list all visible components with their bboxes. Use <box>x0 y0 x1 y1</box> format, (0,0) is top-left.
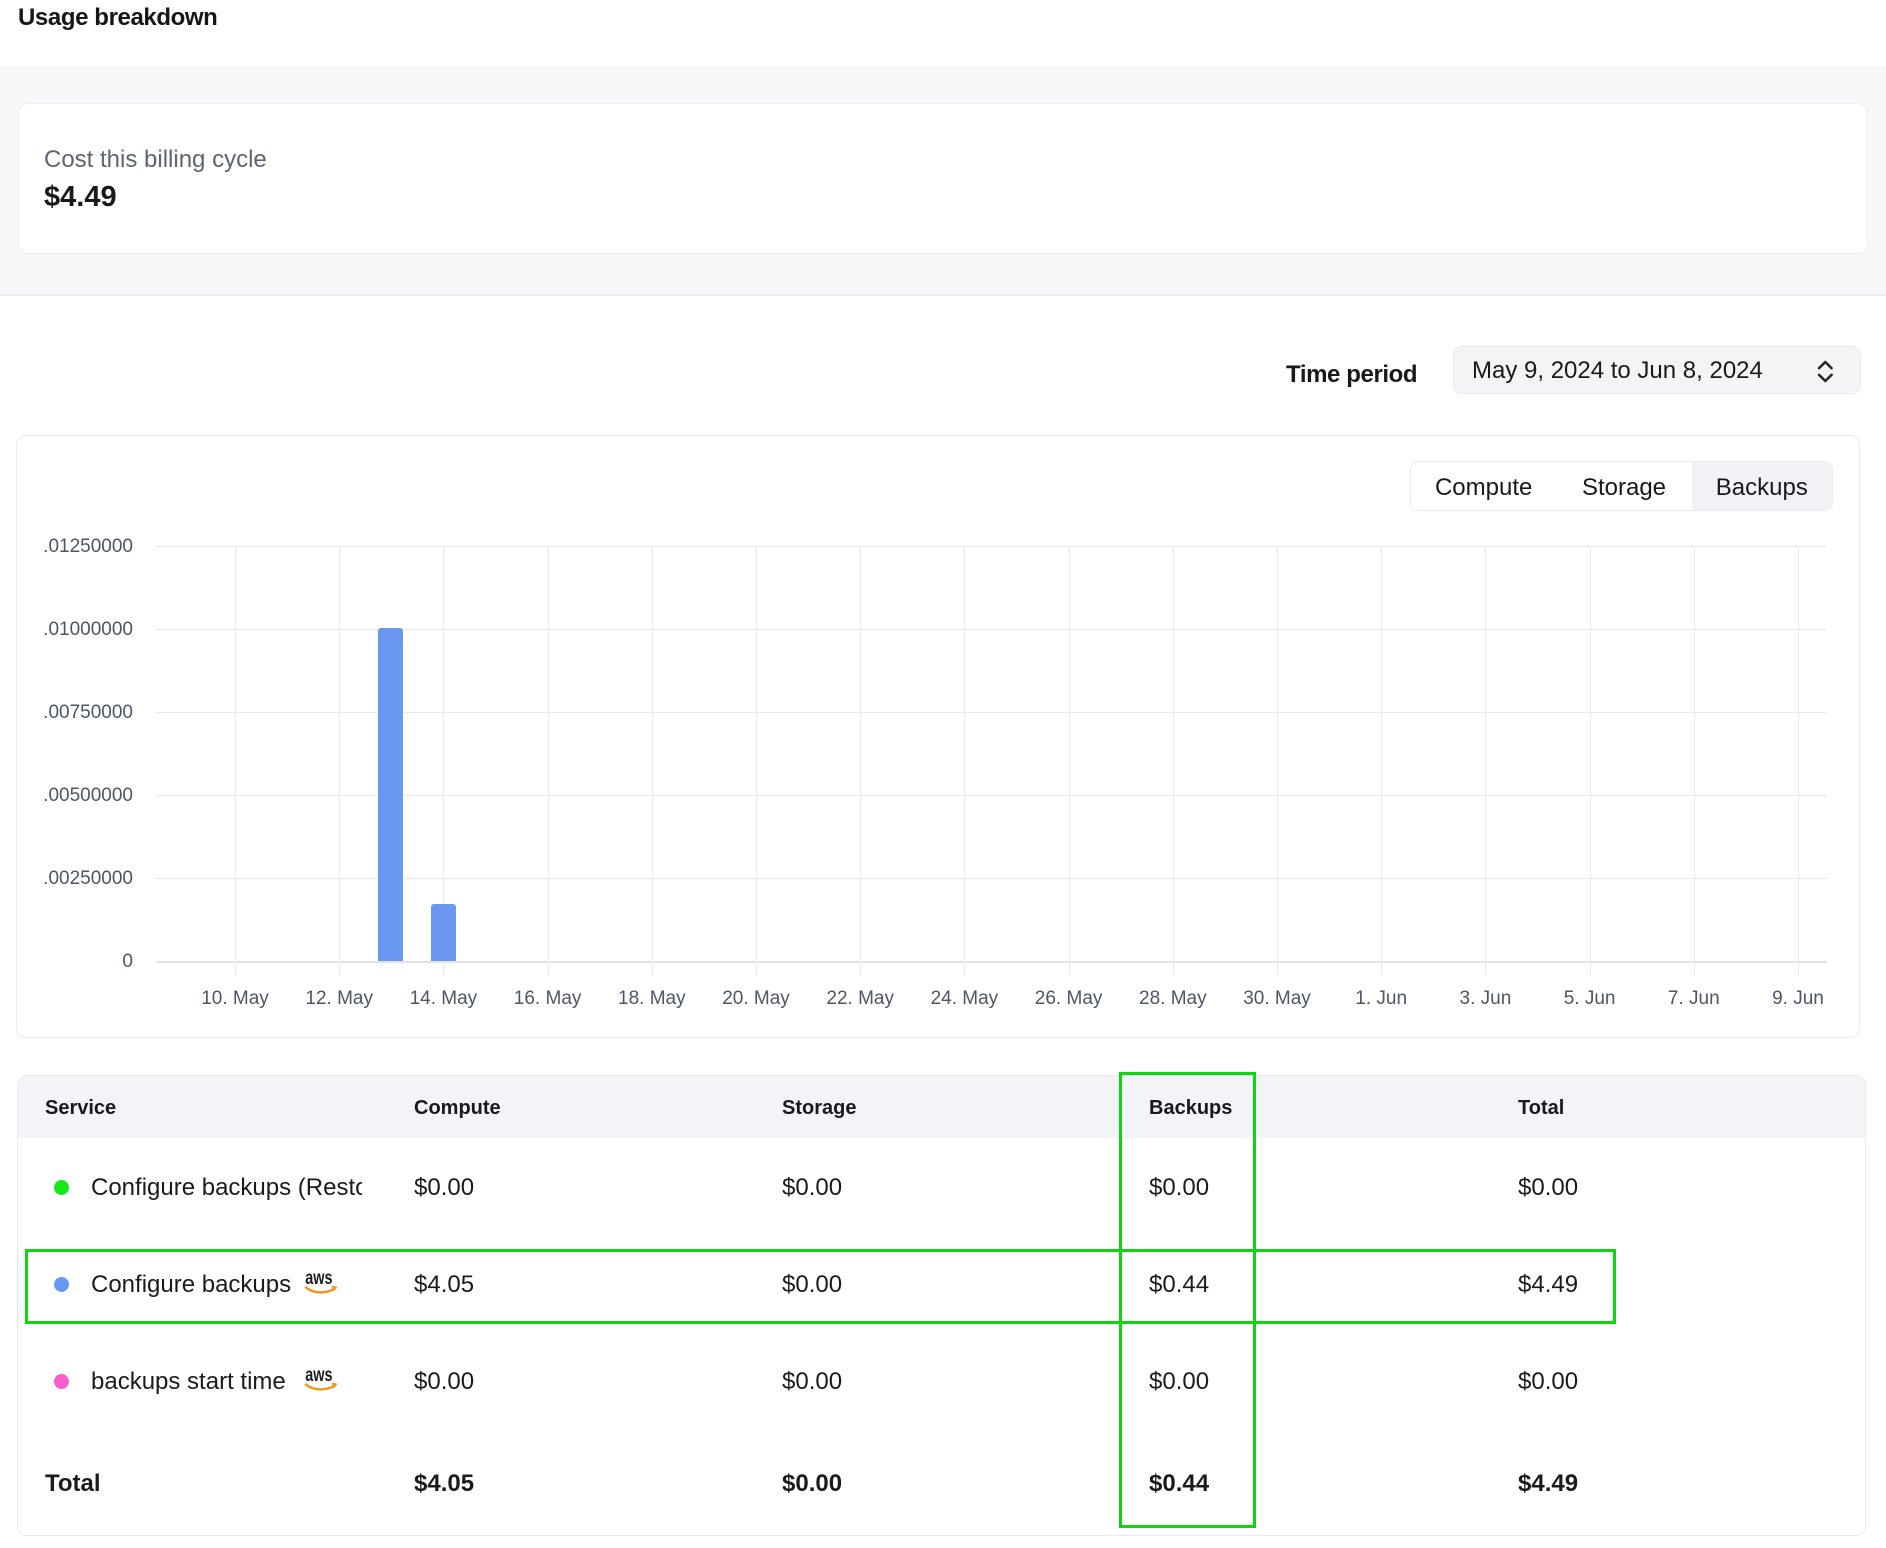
svg-text:aws: aws <box>305 1369 332 1385</box>
